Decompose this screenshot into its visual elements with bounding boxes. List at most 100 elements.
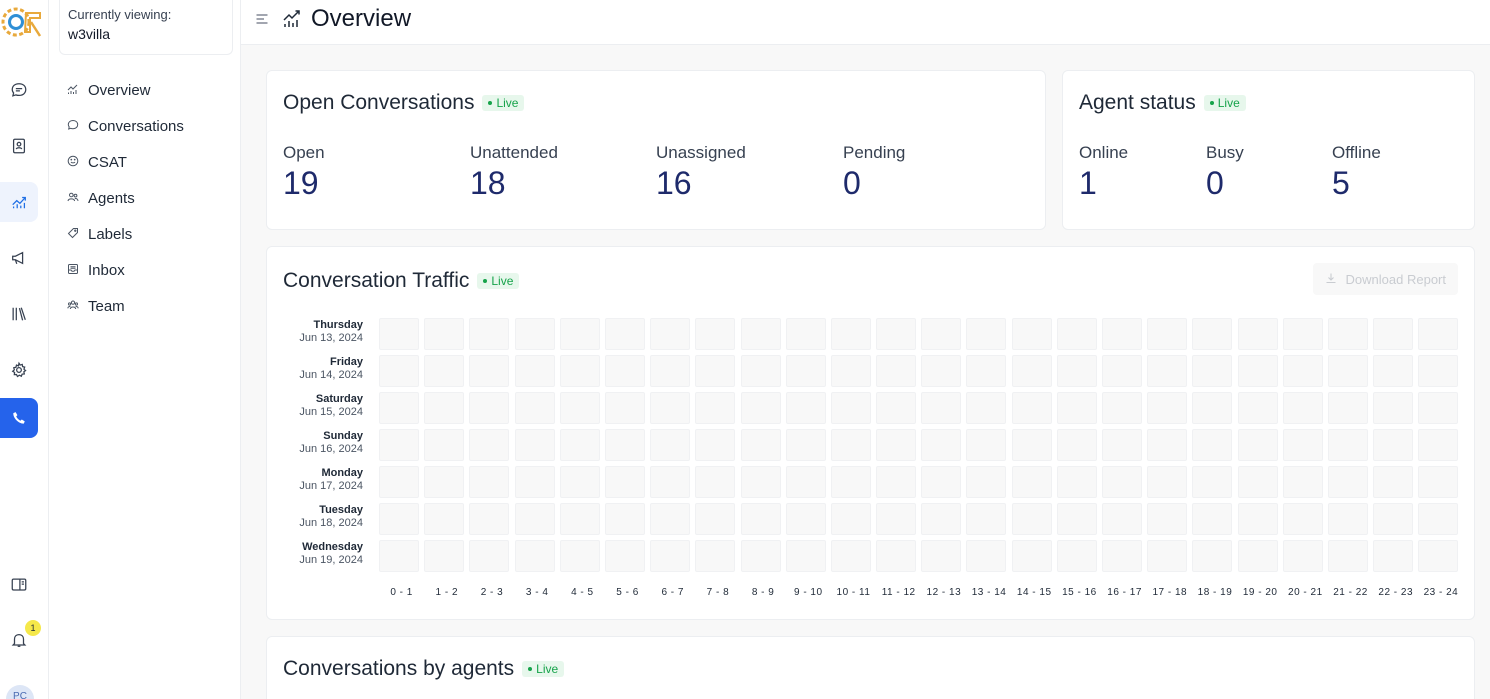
heatmap-cell[interactable] xyxy=(1327,429,1368,461)
heatmap-cell[interactable] xyxy=(604,429,645,461)
heatmap-cell[interactable] xyxy=(921,466,962,498)
heatmap-cell[interactable] xyxy=(650,355,691,387)
heatmap-cell[interactable] xyxy=(514,355,555,387)
heatmap-cell[interactable] xyxy=(1056,318,1097,350)
sidebar-item-conversations[interactable]: Conversations xyxy=(67,108,184,144)
heatmap-cell[interactable] xyxy=(1282,540,1323,572)
heatmap-cell[interactable] xyxy=(1327,503,1368,535)
heatmap-cell[interactable] xyxy=(921,355,962,387)
heatmap-cell[interactable] xyxy=(1237,392,1278,424)
heatmap-cell[interactable] xyxy=(1192,429,1233,461)
conversations-icon[interactable] xyxy=(0,70,38,110)
heatmap-cell[interactable] xyxy=(1056,429,1097,461)
heatmap-cell[interactable] xyxy=(379,503,419,535)
library-icon[interactable] xyxy=(0,294,38,334)
heatmap-cell[interactable] xyxy=(514,429,555,461)
heatmap-cell[interactable] xyxy=(830,540,871,572)
heatmap-cell[interactable] xyxy=(695,466,736,498)
heatmap-cell[interactable] xyxy=(966,355,1007,387)
heatmap-cell[interactable] xyxy=(424,540,465,572)
heatmap-cell[interactable] xyxy=(1102,392,1142,424)
heatmap-cell[interactable] xyxy=(379,318,419,350)
heatmap-cell[interactable] xyxy=(1102,466,1142,498)
heatmap-cell[interactable] xyxy=(604,540,645,572)
heatmap-cell[interactable] xyxy=(379,466,419,498)
heatmap-cell[interactable] xyxy=(1373,540,1414,572)
heatmap-cell[interactable] xyxy=(1418,466,1459,498)
heatmap-cell[interactable] xyxy=(1282,355,1323,387)
heatmap-cell[interactable] xyxy=(1282,466,1323,498)
heatmap-cell[interactable] xyxy=(740,503,781,535)
heatmap-cell[interactable] xyxy=(1102,540,1142,572)
heatmap-cell[interactable] xyxy=(424,503,465,535)
heatmap-cell[interactable] xyxy=(650,429,691,461)
heatmap-cell[interactable] xyxy=(1418,429,1459,461)
heatmap-cell[interactable] xyxy=(1192,503,1233,535)
heatmap-cell[interactable] xyxy=(1192,466,1233,498)
heatmap-cell[interactable] xyxy=(469,466,510,498)
heatmap-cell[interactable] xyxy=(785,503,826,535)
heatmap-cell[interactable] xyxy=(1192,392,1233,424)
heatmap-cell[interactable] xyxy=(966,318,1007,350)
sidebar-item-csat[interactable]: CSAT xyxy=(67,144,184,180)
heatmap-cell[interactable] xyxy=(695,318,736,350)
sidebar-item-team[interactable]: Team xyxy=(67,288,184,324)
heatmap-cell[interactable] xyxy=(830,355,871,387)
heatmap-cell[interactable] xyxy=(966,466,1007,498)
heatmap-cell[interactable] xyxy=(966,392,1007,424)
heatmap-cell[interactable] xyxy=(469,429,510,461)
heatmap-cell[interactable] xyxy=(1011,466,1052,498)
heatmap-cell[interactable] xyxy=(424,429,465,461)
heatmap-cell[interactable] xyxy=(1327,355,1368,387)
heatmap-cell[interactable] xyxy=(921,318,962,350)
heatmap-cell[interactable] xyxy=(740,429,781,461)
heatmap-cell[interactable] xyxy=(740,355,781,387)
heatmap-cell[interactable] xyxy=(650,392,691,424)
heatmap-cell[interactable] xyxy=(921,392,962,424)
heatmap-cell[interactable] xyxy=(695,429,736,461)
heatmap-cell[interactable] xyxy=(1327,318,1368,350)
heatmap-cell[interactable] xyxy=(1147,503,1188,535)
heatmap-cell[interactable] xyxy=(1056,355,1097,387)
heatmap-cell[interactable] xyxy=(1056,466,1097,498)
heatmap-cell[interactable] xyxy=(1237,429,1278,461)
heatmap-cell[interactable] xyxy=(379,540,419,572)
sidebar-item-labels[interactable]: Labels xyxy=(67,216,184,252)
heatmap-cell[interactable] xyxy=(604,318,645,350)
menu-toggle-icon[interactable] xyxy=(254,11,270,27)
heatmap-cell[interactable] xyxy=(1237,540,1278,572)
heatmap-cell[interactable] xyxy=(1418,540,1459,572)
heatmap-cell[interactable] xyxy=(559,503,600,535)
heatmap-cell[interactable] xyxy=(740,540,781,572)
heatmap-cell[interactable] xyxy=(966,540,1007,572)
heatmap-cell[interactable] xyxy=(876,503,917,535)
app-logo[interactable] xyxy=(0,2,42,42)
heatmap-cell[interactable] xyxy=(559,392,600,424)
heatmap-cell[interactable] xyxy=(1327,466,1368,498)
heatmap-cell[interactable] xyxy=(1147,318,1188,350)
heatmap-cell[interactable] xyxy=(424,318,465,350)
heatmap-cell[interactable] xyxy=(695,540,736,572)
heatmap-cell[interactable] xyxy=(469,540,510,572)
heatmap-cell[interactable] xyxy=(876,466,917,498)
heatmap-cell[interactable] xyxy=(469,503,510,535)
heatmap-cell[interactable] xyxy=(1102,318,1142,350)
heatmap-cell[interactable] xyxy=(1418,355,1459,387)
heatmap-cell[interactable] xyxy=(424,355,465,387)
heatmap-cell[interactable] xyxy=(785,392,826,424)
heatmap-cell[interactable] xyxy=(514,392,555,424)
heatmap-cell[interactable] xyxy=(876,429,917,461)
heatmap-cell[interactable] xyxy=(1011,503,1052,535)
heatmap-cell[interactable] xyxy=(695,503,736,535)
heatmap-cell[interactable] xyxy=(1102,355,1142,387)
heatmap-cell[interactable] xyxy=(1418,318,1459,350)
heatmap-cell[interactable] xyxy=(1011,392,1052,424)
heatmap-cell[interactable] xyxy=(1373,503,1414,535)
heatmap-cell[interactable] xyxy=(830,466,871,498)
heatmap-cell[interactable] xyxy=(650,318,691,350)
heatmap-cell[interactable] xyxy=(921,540,962,572)
heatmap-cell[interactable] xyxy=(604,355,645,387)
heatmap-cell[interactable] xyxy=(1056,540,1097,572)
heatmap-cell[interactable] xyxy=(604,466,645,498)
heatmap-cell[interactable] xyxy=(604,392,645,424)
